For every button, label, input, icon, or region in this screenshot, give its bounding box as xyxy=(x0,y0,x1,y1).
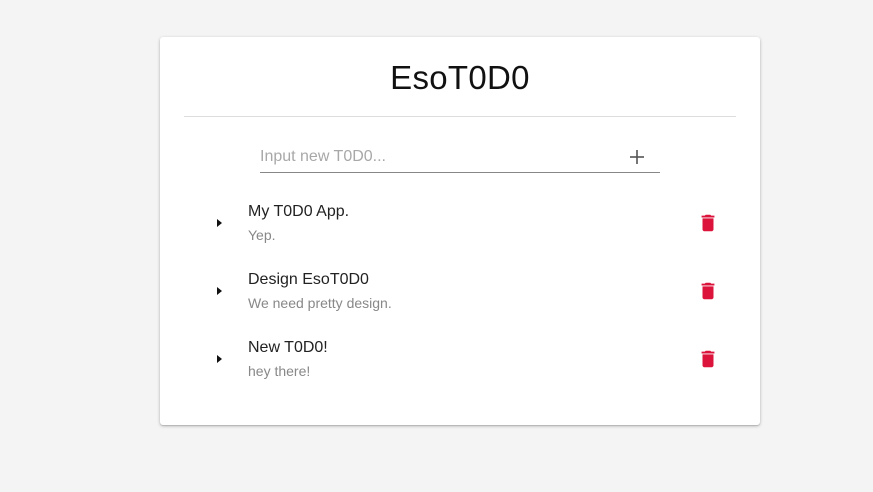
trash-icon xyxy=(701,350,715,368)
trash-icon xyxy=(701,214,715,232)
plus-icon xyxy=(630,150,644,164)
app-title: EsoT0D0 xyxy=(390,59,530,96)
todo-description: We need pretty design. xyxy=(248,295,392,311)
delete-todo-button[interactable] xyxy=(697,348,719,370)
title-divider xyxy=(184,116,736,117)
todo-item: My T0D0 App. Yep. xyxy=(160,195,760,263)
todo-description: hey there! xyxy=(248,363,311,379)
expand-toggle[interactable] xyxy=(214,281,228,301)
caret-right-icon xyxy=(217,219,222,227)
caret-right-icon xyxy=(217,355,222,363)
expand-toggle[interactable] xyxy=(214,349,228,369)
todo-card: EsoT0D0 My T0D0 App. Yep. xyxy=(160,37,760,425)
todo-title: My T0D0 App. xyxy=(248,203,350,220)
todo-title: New T0D0! xyxy=(248,339,328,356)
trash-icon xyxy=(701,282,715,300)
todo-item: New T0D0! hey there! xyxy=(160,331,760,399)
add-todo-button[interactable] xyxy=(628,148,646,166)
todo-item: Design EsoT0D0 We need pretty design. xyxy=(160,263,760,331)
caret-right-icon xyxy=(217,287,222,295)
delete-todo-button[interactable] xyxy=(697,280,719,302)
todo-title: Design EsoT0D0 xyxy=(248,271,369,288)
todo-list: My T0D0 App. Yep. Design EsoT0D0 We need… xyxy=(160,195,760,399)
new-todo-form xyxy=(260,142,660,173)
expand-toggle[interactable] xyxy=(214,213,228,233)
new-todo-input[interactable] xyxy=(260,146,610,168)
todo-description: Yep. xyxy=(248,227,276,243)
delete-todo-button[interactable] xyxy=(697,212,719,234)
